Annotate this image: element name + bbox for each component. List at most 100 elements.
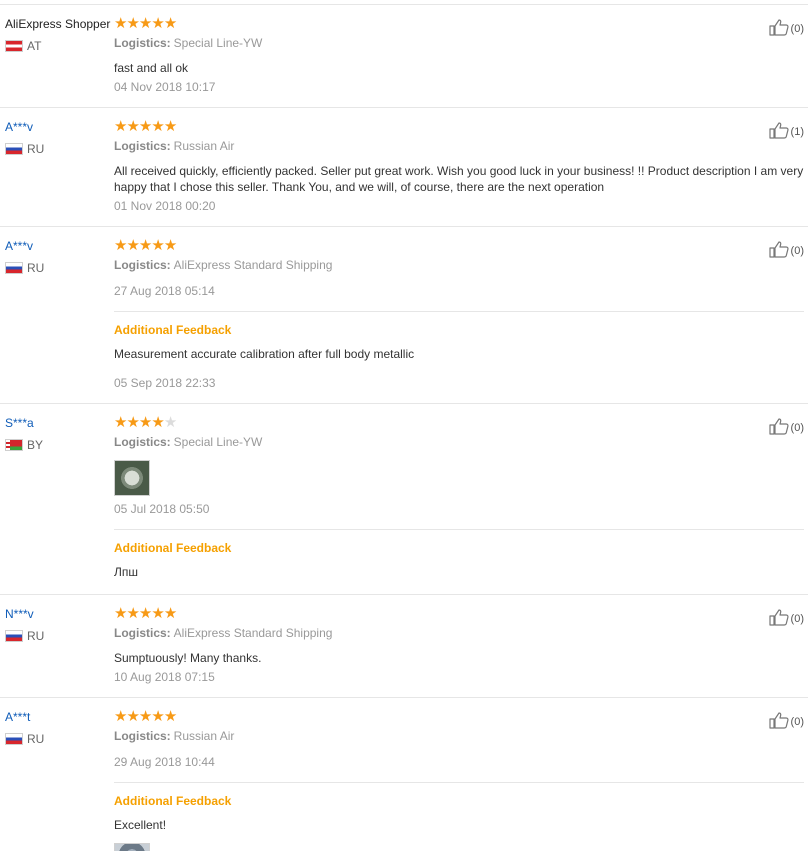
buyer-info: N***v RU [0, 595, 110, 697]
star-rating: ★★★★★ [114, 415, 804, 431]
like-button[interactable]: (1) [768, 122, 804, 142]
review-photo[interactable] [114, 843, 150, 851]
buyer-name[interactable]: S***a [5, 415, 110, 431]
country-code: RU [27, 261, 45, 275]
feedback-content: ★★★★★ Logistics: AliExpress Standard Shipp… [110, 595, 804, 697]
buyer-country: RU [5, 141, 110, 157]
additional-feedback-text: Лпш [114, 565, 138, 579]
additional-feedback-title: Additional Feedback [114, 323, 232, 337]
buyer-name[interactable]: A***t [5, 709, 110, 725]
star-icon: ★ [151, 708, 164, 725]
buyer-info: A***t RU [0, 698, 110, 851]
star-icon: ★ [114, 118, 127, 135]
feedback-item: A***v RU ★★★★★ Logistics: AliExpress Standar… [0, 227, 808, 404]
logistics-info: Logistics: AliExpress Standard Shipping [114, 625, 804, 641]
star-rating: ★★★★★ [114, 709, 804, 725]
feedback-item: AliExpress Shopper AT ★★★★★ Logistics: Speci… [0, 5, 808, 108]
feedback-text: All received quickly, efficiently packed… [114, 164, 804, 194]
star-icon: ★ [163, 118, 177, 135]
logistics-method: AliExpress Standard Shipping [173, 626, 333, 640]
country-flag-icon [5, 630, 23, 642]
thumbs-up-icon [768, 122, 791, 142]
logistics-info: Logistics: AliExpress Standard Shipping [114, 257, 804, 273]
star-rating: ★★★★★ [114, 606, 804, 622]
star-icon: ★ [114, 237, 127, 254]
logistics-label: Logistics: [114, 626, 171, 640]
feedback-date: 05 Jul 2018 05:50 [114, 502, 210, 516]
star-icon: ★ [126, 605, 139, 622]
feedback-content: ★★★★★ Logistics: Special Line-YW fast and a… [110, 5, 804, 107]
logistics-label: Logistics: [114, 258, 171, 272]
star-icon: ★ [114, 605, 127, 622]
country-flag-icon [5, 40, 23, 52]
logistics-method: Russian Air [173, 729, 235, 743]
like-button[interactable]: (0) [768, 712, 804, 732]
star-icon: ★ [151, 414, 164, 431]
logistics-method: Special Line-YW [173, 36, 263, 50]
buyer-info: AliExpress Shopper AT [0, 5, 110, 107]
country-code: BY [27, 438, 44, 452]
feedback-content: ★★★★★ Logistics: Special Line-YW 05 Jul 201… [110, 404, 804, 594]
country-code: RU [27, 732, 45, 746]
like-count: (0) [790, 716, 804, 728]
buyer-info: A***v RU [0, 108, 110, 226]
star-icon: ★ [126, 414, 139, 431]
feedback-date: 01 Nov 2018 00:20 [114, 199, 216, 213]
like-button[interactable]: (0) [768, 418, 804, 438]
review-photo[interactable] [114, 460, 150, 496]
logistics-info: Logistics: Russian Air [114, 138, 804, 154]
buyer-name[interactable]: A***v [5, 238, 110, 254]
feedback-date: 27 Aug 2018 05:14 [114, 284, 215, 298]
feedback-date: 04 Nov 2018 10:17 [114, 80, 216, 94]
like-count: (0) [790, 23, 804, 35]
additional-feedback-text: Measurement accurate calibration after f… [114, 347, 415, 361]
like-count: (0) [790, 422, 804, 434]
feedback-content: ★★★★★ Logistics: AliExpress Standard Shipp… [110, 227, 804, 403]
country-code: RU [27, 629, 45, 643]
star-rating: ★★★★★ [114, 119, 804, 135]
star-icon: ★ [163, 708, 177, 725]
star-icon: ★ [151, 118, 164, 135]
additional-feedback-text: Excellent! [114, 818, 167, 832]
like-count: (0) [790, 613, 804, 625]
buyer-country: RU [5, 260, 110, 276]
feedback-text: fast and all ok [114, 61, 189, 75]
like-button[interactable]: (0) [768, 19, 804, 39]
thumbs-up-icon [768, 19, 791, 39]
buyer-country: BY [5, 437, 110, 453]
logistics-label: Logistics: [114, 36, 171, 50]
logistics-label: Logistics: [114, 435, 171, 449]
thumbs-up-icon [768, 712, 791, 732]
feedback-item: A***v RU ★★★★★ Logistics: Russian Air All rec… [0, 108, 808, 227]
like-button[interactable]: (0) [768, 241, 804, 261]
feedback-date: 29 Aug 2018 10:44 [114, 755, 215, 769]
star-icon: ★ [138, 15, 152, 32]
additional-feedback-title: Additional Feedback [114, 541, 232, 555]
feedback-text: Sumptuously! Many thanks. [114, 651, 262, 665]
like-count: (1) [790, 126, 804, 138]
star-icon: ★ [138, 708, 152, 725]
logistics-method: Russian Air [173, 139, 235, 153]
logistics-info: Logistics: Russian Air [114, 728, 804, 744]
star-icon: ★ [138, 414, 152, 431]
logistics-method: Special Line-YW [173, 435, 263, 449]
like-button[interactable]: (0) [768, 609, 804, 629]
buyer-name[interactable]: N***v [5, 606, 110, 622]
country-flag-icon [5, 733, 23, 745]
country-code: RU [27, 142, 45, 156]
thumbs-up-icon [768, 609, 791, 629]
additional-feedback: Additional Feedback Excellent! [114, 782, 804, 851]
country-flag-icon [5, 262, 23, 274]
additional-feedback: Additional Feedback Measurement accurate … [114, 311, 804, 391]
additional-feedback: Additional Feedback Лпш [114, 529, 804, 594]
star-icon: ★ [138, 605, 152, 622]
additional-feedback-title: Additional Feedback [114, 794, 232, 808]
buyer-info: A***v RU [0, 227, 110, 403]
logistics-label: Logistics: [114, 729, 171, 743]
star-icon: ★ [126, 15, 139, 32]
star-icon: ★ [138, 237, 152, 254]
buyer-name[interactable]: A***v [5, 119, 110, 135]
thumbs-up-icon [768, 241, 791, 261]
logistics-info: Logistics: Special Line-YW [114, 35, 804, 51]
buyer-country: RU [5, 731, 110, 747]
